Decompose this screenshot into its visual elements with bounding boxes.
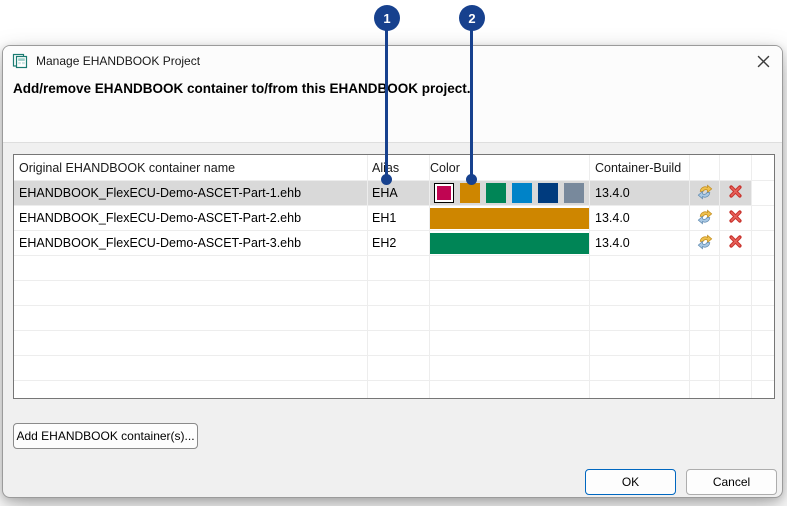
manage-ehandbook-dialog: Manage EHANDBOOK Project Add/remove EHAN… bbox=[2, 45, 783, 498]
table-header-row: Original EHANDBOOK container name Alias … bbox=[14, 155, 774, 181]
sync-refresh-icon bbox=[697, 209, 713, 228]
filler-cell bbox=[752, 206, 774, 230]
container-build-cell: 13.4.0 bbox=[590, 231, 690, 255]
color-swatch[interactable] bbox=[512, 183, 532, 203]
delete-cell[interactable] bbox=[720, 206, 752, 230]
empty-table-row bbox=[14, 306, 774, 331]
color-cell[interactable] bbox=[430, 206, 590, 230]
color-cell[interactable] bbox=[430, 231, 590, 255]
dialog-header-area: Manage EHANDBOOK Project Add/remove EHAN… bbox=[3, 46, 782, 143]
callout-dot-2 bbox=[466, 174, 477, 185]
ok-button[interactable]: OK bbox=[585, 469, 676, 495]
empty-table-row bbox=[14, 331, 774, 356]
add-container-button[interactable]: Add EHANDBOOK container(s)... bbox=[13, 423, 198, 449]
empty-table-row bbox=[14, 381, 774, 398]
sync-refresh-icon bbox=[697, 184, 713, 203]
container-build-cell: 13.4.0 bbox=[590, 181, 690, 205]
header-sync-column bbox=[690, 155, 720, 180]
close-icon bbox=[757, 55, 770, 71]
row-color-bar[interactable] bbox=[430, 232, 589, 254]
window-title: Manage EHANDBOOK Project bbox=[36, 54, 201, 68]
sync-refresh-icon bbox=[697, 234, 713, 253]
alias-cell[interactable]: EH1 bbox=[368, 206, 430, 230]
sync-cell[interactable] bbox=[690, 181, 720, 205]
delete-cell[interactable] bbox=[720, 231, 752, 255]
header-original-name: Original EHANDBOOK container name bbox=[14, 155, 368, 180]
container-name-cell[interactable]: EHANDBOOK_FlexECU-Demo-ASCET-Part-1.ehb bbox=[14, 181, 368, 205]
container-name-cell[interactable]: EHANDBOOK_FlexECU-Demo-ASCET-Part-3.ehb bbox=[14, 231, 368, 255]
filler-cell bbox=[752, 231, 774, 255]
close-button[interactable] bbox=[752, 52, 774, 74]
callout-badge-2: 2 bbox=[459, 5, 485, 31]
callout-badge-1: 1 bbox=[374, 5, 400, 31]
table-row[interactable]: EHANDBOOK_FlexECU-Demo-ASCET-Part-3.ehb … bbox=[14, 231, 774, 256]
cancel-button[interactable]: Cancel bbox=[686, 469, 777, 495]
empty-table-row bbox=[14, 356, 774, 381]
color-swatch[interactable] bbox=[486, 183, 506, 203]
sync-cell[interactable] bbox=[690, 206, 720, 230]
delete-x-icon bbox=[728, 184, 743, 202]
callout-line-1 bbox=[385, 18, 388, 180]
filler-cell bbox=[752, 181, 774, 205]
table-row[interactable]: EHANDBOOK_FlexECU-Demo-ASCET-Part-2.ehb … bbox=[14, 206, 774, 231]
color-palette bbox=[430, 183, 584, 203]
container-table: Original EHANDBOOK container name Alias … bbox=[13, 154, 775, 399]
header-delete-column bbox=[720, 155, 752, 180]
container-build-cell: 13.4.0 bbox=[590, 206, 690, 230]
color-swatch[interactable] bbox=[538, 183, 558, 203]
table-row[interactable]: EHANDBOOK_FlexECU-Demo-ASCET-Part-1.ehb … bbox=[14, 181, 774, 206]
color-swatch-selected[interactable] bbox=[434, 183, 454, 203]
empty-table-row bbox=[14, 256, 774, 281]
container-name-cell[interactable]: EHANDBOOK_FlexECU-Demo-ASCET-Part-2.ehb bbox=[14, 206, 368, 230]
header-color: Color bbox=[430, 155, 590, 180]
header-alias: Alias bbox=[368, 155, 430, 180]
callout-line-2 bbox=[470, 18, 473, 180]
selected-color-fill bbox=[437, 186, 451, 200]
sync-cell[interactable] bbox=[690, 231, 720, 255]
color-swatch[interactable] bbox=[564, 183, 584, 203]
color-cell[interactable] bbox=[430, 181, 590, 205]
delete-cell[interactable] bbox=[720, 181, 752, 205]
alias-cell[interactable]: EHA bbox=[368, 181, 430, 205]
header-filler-column bbox=[752, 155, 774, 180]
title-bar[interactable]: Manage EHANDBOOK Project bbox=[3, 46, 782, 76]
row-color-bar[interactable] bbox=[430, 207, 589, 229]
alias-cell[interactable]: EH2 bbox=[368, 231, 430, 255]
empty-table-row bbox=[14, 281, 774, 306]
delete-x-icon bbox=[728, 234, 743, 252]
dialog-description: Add/remove EHANDBOOK container to/from t… bbox=[13, 81, 471, 96]
ehandbook-app-icon bbox=[12, 53, 28, 69]
callout-dot-1 bbox=[381, 174, 392, 185]
delete-x-icon bbox=[728, 209, 743, 227]
color-swatch[interactable] bbox=[460, 183, 480, 203]
header-container-build: Container-Build bbox=[590, 155, 690, 180]
